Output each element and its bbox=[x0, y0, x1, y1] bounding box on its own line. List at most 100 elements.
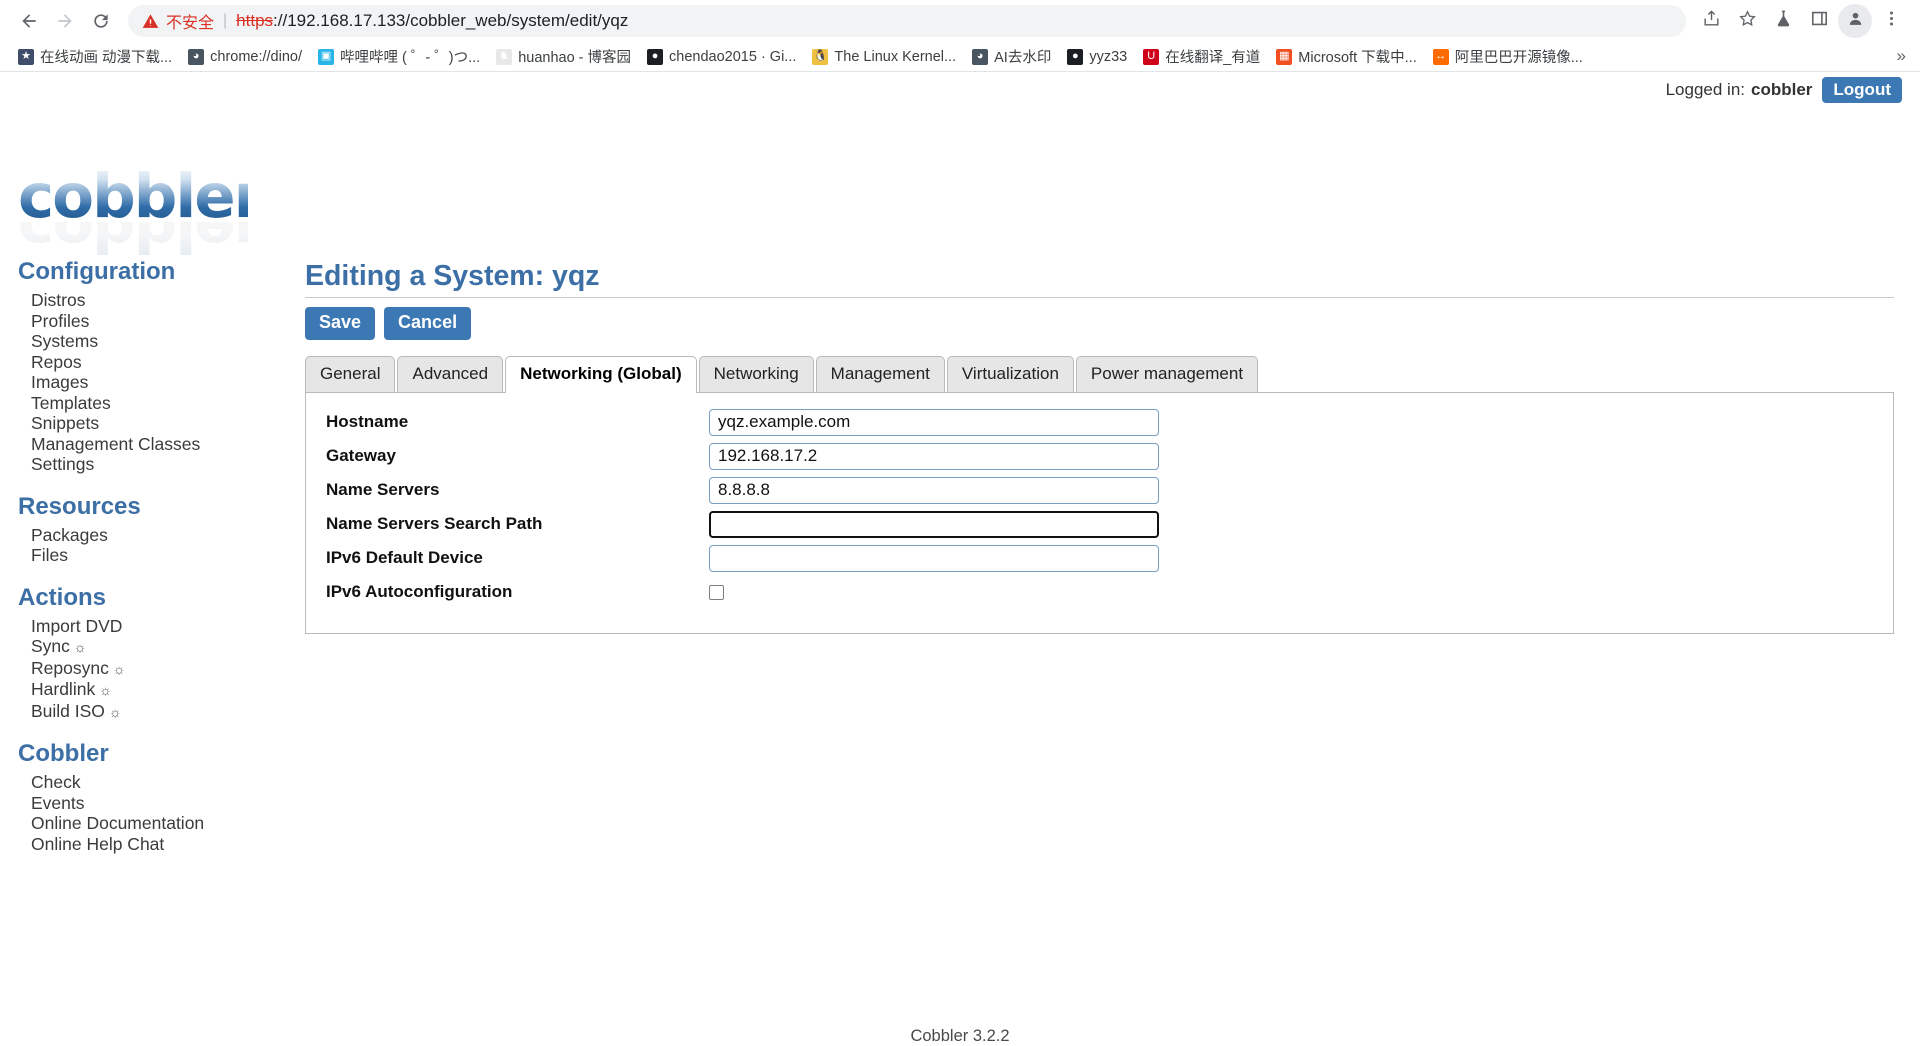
form-row: Name Servers Search Path bbox=[326, 510, 1873, 538]
tab-networking-global[interactable]: Networking (Global) bbox=[505, 356, 697, 393]
side-panel-button[interactable] bbox=[1802, 4, 1836, 38]
gear-icon: ☼ bbox=[104, 703, 122, 720]
logout-button[interactable]: Logout bbox=[1822, 77, 1902, 103]
name-servers-input[interactable] bbox=[709, 476, 1159, 504]
title-divider bbox=[305, 297, 1894, 298]
ipv6-autoconfiguration-checkbox[interactable] bbox=[709, 584, 724, 600]
browser-menu-button[interactable] bbox=[1874, 4, 1908, 38]
gear-icon: ☼ bbox=[108, 660, 126, 677]
browser-toolbar: 不安全 | https://192.168.17.133/cobbler_web… bbox=[0, 0, 1920, 42]
address-bar[interactable]: 不安全 | https://192.168.17.133/cobbler_web… bbox=[128, 5, 1686, 37]
bookmark-favicon-icon: ▣ bbox=[318, 48, 335, 65]
forward-button[interactable] bbox=[48, 4, 82, 38]
sidebar-item-events[interactable]: Events bbox=[0, 793, 290, 814]
sidebar-item-hardlink[interactable]: Hardlink ☼ bbox=[0, 679, 290, 701]
form-row: Name Servers bbox=[326, 476, 1873, 504]
sidebar-item-label: Check bbox=[31, 772, 81, 792]
bookmark-favicon-icon: ♞ bbox=[496, 48, 513, 65]
warning-triangle-icon bbox=[142, 13, 159, 30]
tab-networking[interactable]: Networking bbox=[698, 356, 814, 392]
sidebar-item-label: Build ISO bbox=[31, 700, 105, 721]
back-arrow-icon bbox=[19, 11, 39, 31]
bookmark-label: 在线翻译_有道 bbox=[1165, 50, 1261, 66]
sidebar-item-label: Online Help Chat bbox=[31, 833, 165, 854]
tab-virtualization[interactable]: Virtualization bbox=[946, 356, 1074, 392]
sidebar-item-online-documentation[interactable]: Online Documentation bbox=[0, 813, 290, 834]
sidebar-item-label: Systems bbox=[31, 331, 99, 351]
sidebar-item-label: Images bbox=[31, 372, 89, 392]
bookmark-item[interactable]: ★ 在线动画 动漫下载... bbox=[10, 43, 180, 70]
bookmark-button[interactable] bbox=[1730, 4, 1764, 38]
bookmark-item[interactable]: ▣ 哔哩哔哩 ( ゜- ゜)つ... bbox=[310, 43, 488, 70]
sidebar-item-systems[interactable]: Systems bbox=[0, 331, 290, 352]
sidebar-item-packages[interactable]: Packages bbox=[0, 525, 290, 546]
tab-panel-networking-global: Hostname Gateway Name Servers Name Servers … bbox=[305, 392, 1894, 634]
sidebar-item-sync[interactable]: Sync ☼ bbox=[0, 636, 290, 658]
tab-bar: General Advanced Networking (Global) Networ… bbox=[305, 356, 1894, 393]
field-label: Name Servers bbox=[326, 480, 440, 499]
bookmark-label: 在线动画 动漫下载... bbox=[40, 50, 173, 66]
sidebar-item-settings[interactable]: Settings bbox=[0, 454, 290, 475]
bookmarks-overflow-button[interactable]: » bbox=[1891, 46, 1912, 66]
experiments-button[interactable] bbox=[1766, 4, 1800, 38]
bookmark-item[interactable]: ♞ huanhao - 博客园 bbox=[488, 43, 639, 70]
sidebar-item-build-iso[interactable]: Build ISO ☼ bbox=[0, 701, 290, 723]
form-row: Hostname bbox=[326, 408, 1873, 436]
sidebar-item-label: Import DVD bbox=[31, 615, 123, 636]
sidebar-item-repos[interactable]: Repos bbox=[0, 352, 290, 373]
field-label: Name Servers Search Path bbox=[326, 514, 543, 533]
avatar-icon bbox=[1847, 10, 1864, 32]
cobbler-page: Logged in: cobbler Logout cobbler cobble… bbox=[0, 72, 1920, 1045]
bookmark-item[interactable]: ● chendao2015 · Gi... bbox=[639, 46, 804, 68]
hostname-input[interactable] bbox=[709, 408, 1159, 436]
bookmark-label: huanhao - 博客园 bbox=[518, 50, 632, 66]
sidebar-item-label: Packages bbox=[31, 524, 108, 545]
side-panel-icon bbox=[1810, 9, 1829, 33]
bookmark-item[interactable]: ◕ AI去水印 bbox=[964, 43, 1059, 70]
sidebar-item-snippets[interactable]: Snippets bbox=[0, 413, 290, 434]
tab-general[interactable]: General bbox=[305, 356, 396, 392]
sidebar-item-online-help-chat[interactable]: Online Help Chat bbox=[0, 834, 290, 855]
bookmark-item[interactable]: ● yyz33 bbox=[1059, 46, 1135, 68]
sidebar-item-templates[interactable]: Templates bbox=[0, 393, 290, 414]
bookmark-item[interactable]: ◕ chrome://dino/ bbox=[180, 46, 310, 68]
profile-button[interactable] bbox=[1838, 4, 1872, 38]
sidebar-item-management-classes[interactable]: Management Classes bbox=[0, 434, 290, 455]
bookmark-favicon-icon: ★ bbox=[18, 48, 34, 65]
tab-management[interactable]: Management bbox=[815, 356, 945, 392]
tab-power-management[interactable]: Power management bbox=[1075, 356, 1259, 392]
gateway-input[interactable] bbox=[709, 442, 1159, 470]
sidebar-item-label: Repos bbox=[31, 351, 82, 372]
sidebar-item-images[interactable]: Images bbox=[0, 372, 290, 393]
sidebar-item-check[interactable]: Check bbox=[0, 772, 290, 793]
action-button-row: Save Cancel bbox=[305, 307, 1894, 340]
bookmark-item[interactable]: 🐧 The Linux Kernel... bbox=[804, 46, 964, 68]
tab-advanced[interactable]: Advanced bbox=[397, 356, 504, 392]
sidebar-item-label: Online Documentation bbox=[31, 813, 205, 833]
sidebar-item-files[interactable]: Files bbox=[0, 545, 290, 566]
sidebar-item-profiles[interactable]: Profiles bbox=[0, 311, 290, 332]
sidebar-item-distros[interactable]: Distros bbox=[0, 290, 290, 311]
share-button[interactable] bbox=[1694, 4, 1728, 38]
url-scheme: https bbox=[236, 11, 274, 30]
bookmark-label: chrome://dino/ bbox=[210, 48, 303, 65]
bookmark-label: 哔哩哔哩 ( ゜- ゜)つ... bbox=[340, 50, 481, 66]
bookmark-item[interactable]: ↔ 阿里巴巴开源镜像... bbox=[1425, 43, 1591, 70]
bookmark-label: yyz33 bbox=[1089, 48, 1128, 65]
sidebar-section-title: Configuration bbox=[18, 258, 176, 285]
three-dot-menu-icon bbox=[1882, 9, 1901, 33]
back-button[interactable] bbox=[12, 4, 46, 38]
field-label: IPv6 Default Device bbox=[326, 548, 483, 567]
save-button[interactable]: Save bbox=[305, 307, 376, 340]
reload-icon bbox=[91, 11, 111, 31]
cancel-button[interactable]: Cancel bbox=[384, 307, 472, 340]
sidebar-item-reposync[interactable]: Reposync ☼ bbox=[0, 658, 290, 680]
bookmark-item[interactable]: U 在线翻译_有道 bbox=[1135, 43, 1268, 70]
reload-button[interactable] bbox=[84, 4, 118, 38]
form-row: IPv6 Default Device bbox=[326, 544, 1873, 572]
bookmark-favicon-icon: U bbox=[1143, 48, 1160, 65]
ipv6-default-device-input[interactable] bbox=[709, 544, 1159, 572]
bookmark-item[interactable]: ▦ Microsoft 下载中... bbox=[1268, 43, 1424, 70]
sidebar-item-import-dvd[interactable]: Import DVD bbox=[0, 616, 290, 637]
name-servers-search-path-input[interactable] bbox=[709, 510, 1159, 538]
